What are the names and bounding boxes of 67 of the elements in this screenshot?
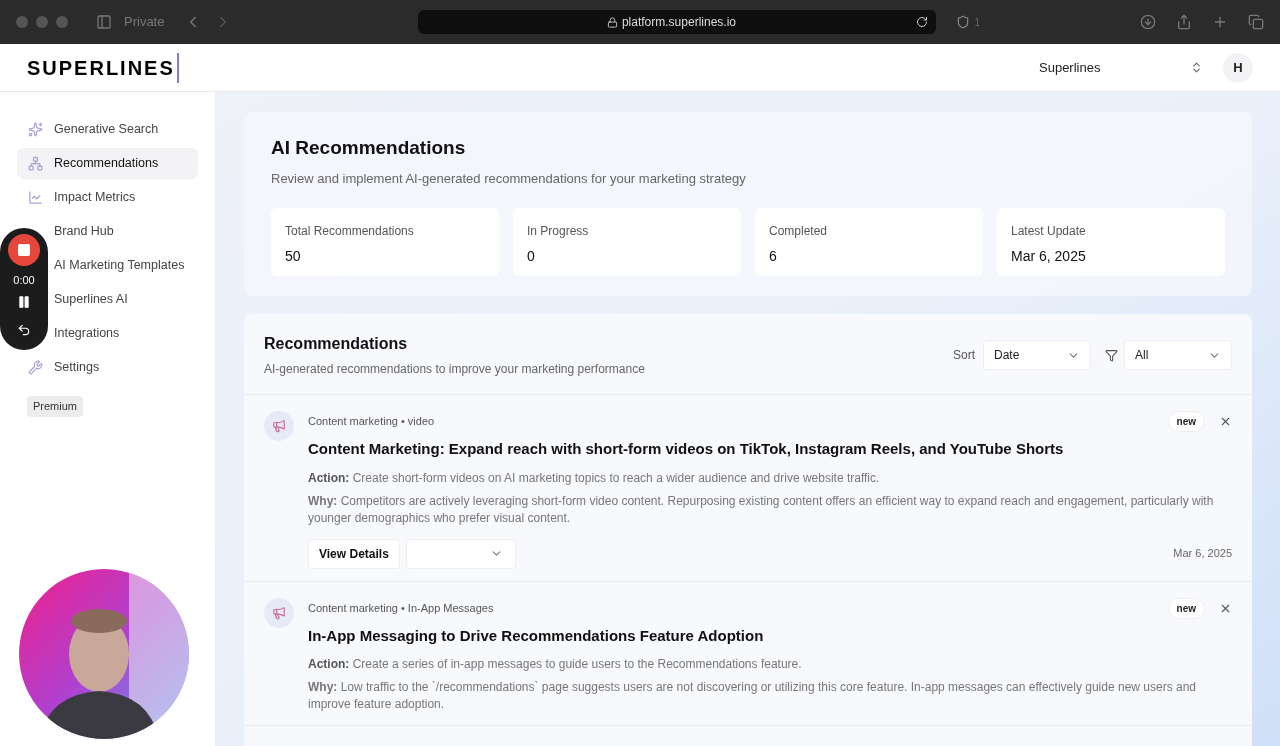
date-text: Mar 6, 2025: [1173, 546, 1232, 562]
sidebar-item[interactable]: Brand Hub: [54, 216, 198, 247]
url-text: platform.superlines.io: [621, 14, 736, 31]
action-text: Action: Create short-form videos on AI marketing topics to reach a wider audience and drive website traffic.: [308, 469, 881, 487]
recommendation-title[interactable]: Content Marketing: Expand reach with short-form videos on TikTok, Instagram Reels, and YouTube Shorts: [308, 438, 1232, 461]
sidebar-item[interactable]: Generative Search: [17, 114, 198, 145]
stat-label: Total Recommendations: [285, 223, 415, 240]
filter-dropdown[interactable]: All: [1124, 340, 1232, 370]
lock-icon: [606, 16, 618, 28]
stat-label: Completed: [769, 223, 829, 240]
category-text: Content marketing • video: [308, 414, 435, 430]
logo[interactable]: SUPERLINES: [27, 52, 179, 83]
private-label: Private: [124, 13, 165, 32]
nav-icon: [28, 156, 43, 171]
sidebar-item[interactable]: Impact Metrics: [17, 182, 198, 213]
stop-record-button[interactable]: [8, 234, 40, 266]
sidebar-toggle-icon[interactable]: [96, 14, 112, 30]
view-details-button[interactable]: View Details: [308, 538, 400, 569]
megaphone-icon: [264, 411, 294, 441]
download-icon[interactable]: [1140, 14, 1156, 30]
address-bar[interactable]: platform.superlines.io: [418, 10, 937, 34]
nav-icon: [28, 122, 43, 137]
shield-icon[interactable]: [956, 15, 971, 29]
page-title: AI Recommendations: [271, 136, 467, 160]
undo-icon[interactable]: [17, 322, 31, 337]
stat-label: Latest Update: [1011, 223, 1087, 240]
megaphone-icon: [264, 597, 294, 628]
pause-icon[interactable]: [17, 294, 31, 309]
shield-count: 1: [974, 15, 981, 30]
sidebar-item[interactable]: Recommendations: [17, 148, 198, 179]
recommendation-title[interactable]: In-App Messaging to Drive Recommendations Feature Adoption: [308, 624, 1232, 647]
plan-badge: Premium: [27, 396, 83, 417]
section-title: Recommendations: [264, 334, 409, 354]
sidebar-item[interactable]: Settings: [17, 352, 198, 383]
stat-value: Mar 6, 2025: [1011, 247, 1087, 266]
stat-label: In Progress: [527, 223, 590, 240]
tabs-overview-icon[interactable]: [1248, 14, 1264, 30]
workspace-selector[interactable]: Superlines: [1039, 57, 1203, 78]
stat-value: 50: [285, 247, 302, 266]
new-badge: new: [1167, 411, 1205, 432]
sort-label: Sort: [953, 347, 975, 364]
recording-time: 0:00: [13, 273, 35, 288]
user-avatar[interactable]: H: [1223, 52, 1253, 83]
new-badge: new: [1167, 597, 1205, 619]
window-minimize-control[interactable]: [36, 16, 48, 28]
section-subtitle: AI-generated recommendations to improve your marketing performance: [264, 361, 645, 378]
window-zoom-control[interactable]: [56, 16, 68, 28]
sidebar-item[interactable]: Superlines AI: [54, 284, 198, 315]
nav-icon: [28, 190, 43, 205]
action-text: Action: Create a series of in-app messages to guide users to the Recommendations feature.: [308, 656, 803, 673]
why-text: Why: Competitors are actively leveraging short-form video content. Repurposing existing content offers an efficient way to expand reach and engagement, particularly with younger demographics who prefer visual content.: [308, 492, 1215, 527]
reload-icon[interactable]: [916, 16, 929, 28]
share-icon[interactable]: [1176, 14, 1192, 30]
nav-icon: [28, 360, 43, 375]
stat-value: 0: [527, 247, 536, 266]
why-text: Why: Low traffic to the `/recommendations` page suggests users are not discovering or utilizing this core feature. In-app messages can effectively guide new users and improve feature adoption.: [308, 679, 1197, 713]
category-text: Content marketing • In-App Messages: [308, 600, 494, 616]
sidebar-item[interactable]: AI Marketing Templates: [54, 250, 198, 281]
sort-dropdown[interactable]: Date: [983, 340, 1091, 370]
sidebar-item[interactable]: Integrations: [54, 318, 198, 349]
window-close-control[interactable]: [16, 16, 28, 28]
new-tab-icon[interactable]: [1212, 14, 1228, 30]
updown-chevron-icon: [1190, 61, 1203, 74]
page-subtitle: Review and implement AI-generated recommendations for your marketing strategy: [271, 169, 747, 188]
close-icon[interactable]: [1219, 415, 1232, 428]
stat-value: 6: [769, 247, 778, 266]
filter-icon[interactable]: [1105, 348, 1118, 362]
